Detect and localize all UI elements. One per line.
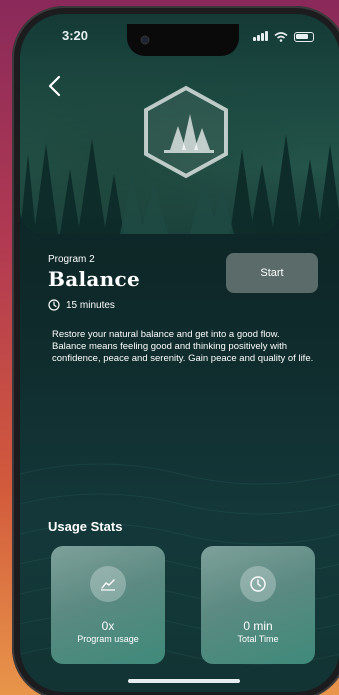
program-usage-value: 0x	[101, 619, 115, 633]
total-time-card: 0 min Total Time	[201, 546, 315, 664]
chart-icon	[101, 579, 115, 591]
usage-stats-title: Usage Stats	[48, 519, 123, 534]
program-number: Program 2	[48, 254, 95, 265]
clock-icon	[250, 576, 266, 592]
duration-text: 15 minutes	[66, 299, 115, 311]
camera-icon	[140, 35, 150, 45]
status-icons	[252, 29, 314, 44]
wifi-icon	[274, 31, 288, 42]
program-title: Balance	[48, 267, 140, 291]
stat-icon-wrapper	[90, 566, 126, 602]
clock-icon	[48, 299, 60, 311]
camera-notch	[127, 24, 239, 56]
total-time-value: 0 min	[243, 619, 273, 633]
status-bar: 3:20	[20, 24, 339, 56]
program-description: Restore your natural balance and get int…	[52, 329, 314, 364]
back-arrow-icon[interactable]	[44, 74, 68, 98]
program-info: Program 2 Balance 15 minutes	[48, 254, 228, 311]
battery-icon	[294, 31, 314, 42]
total-time-label: Total Time	[237, 634, 279, 644]
stat-icon-wrapper	[240, 566, 276, 602]
signal-icon	[252, 29, 268, 44]
program-usage-card: 0x Program usage	[51, 546, 165, 664]
home-indicator[interactable]	[128, 679, 240, 683]
start-button[interactable]: Start	[226, 253, 318, 293]
program-usage-label: Program usage	[77, 634, 139, 644]
app-screen: 3:20 Program 2 Balance 15 minutes Start …	[20, 14, 339, 692]
status-time: 3:20	[62, 28, 89, 43]
forest-logo-icon	[144, 85, 228, 179]
duration-row: 15 minutes	[48, 299, 228, 311]
